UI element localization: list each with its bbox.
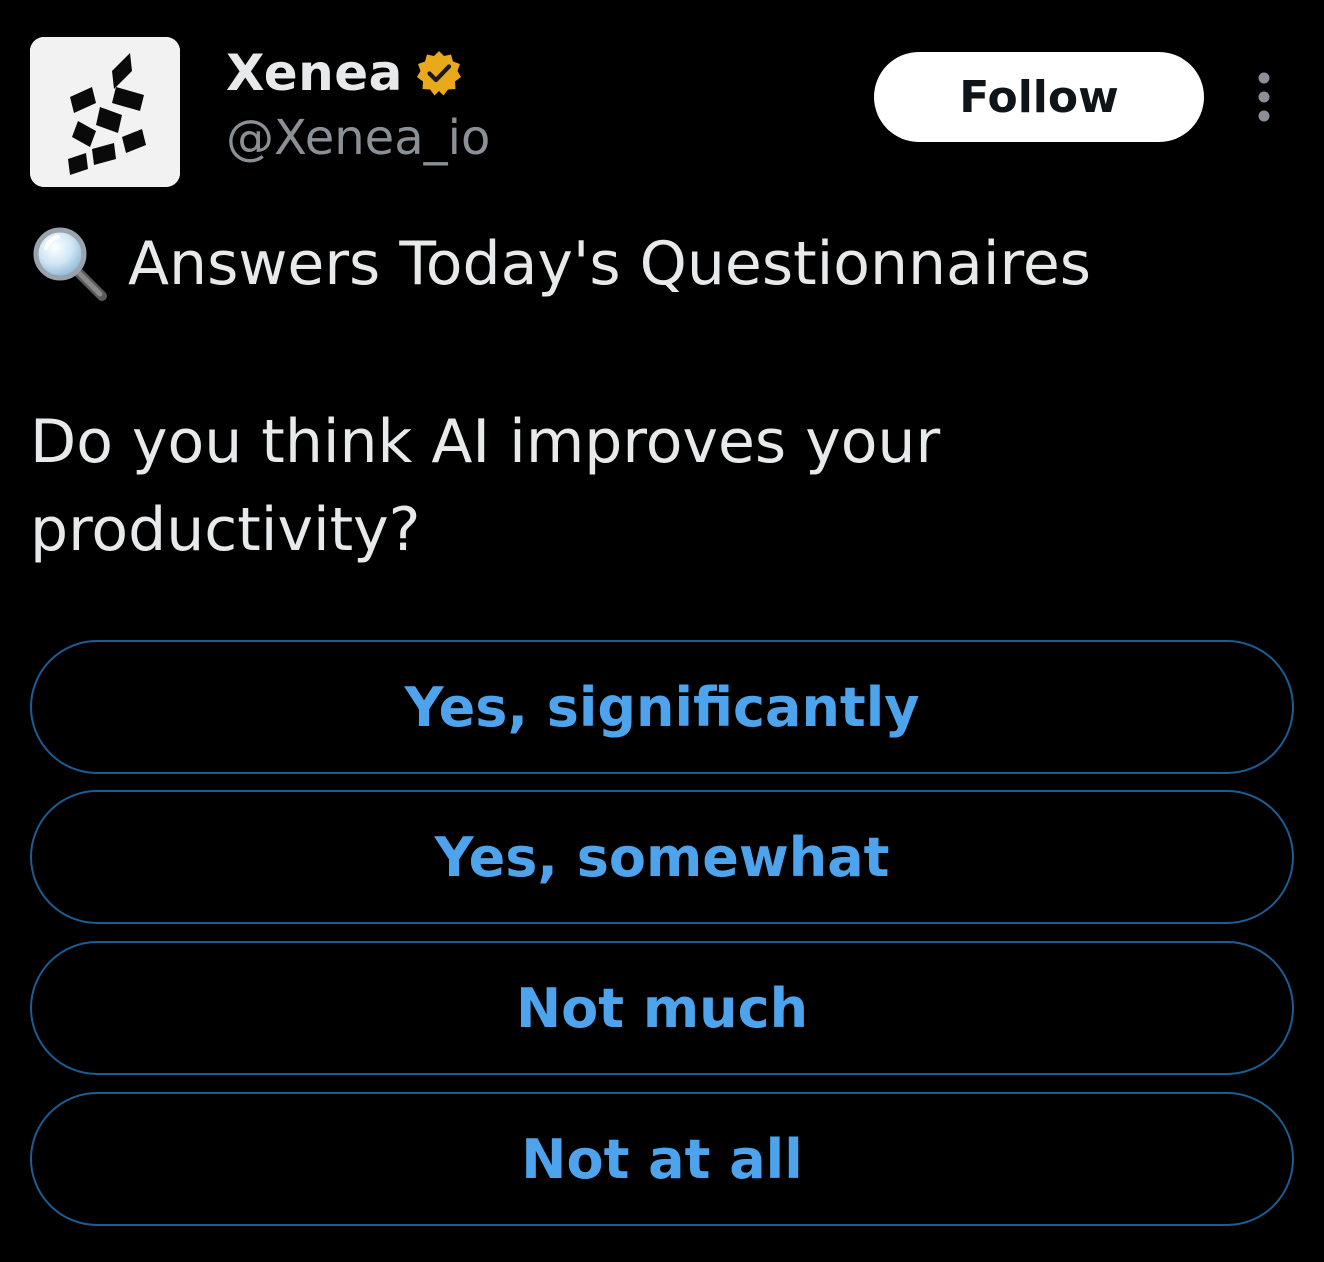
more-options-button[interactable] [1244,66,1284,128]
post-intro-text: Answers Today's Questionnaires [128,229,1092,299]
avatar[interactable] [30,37,180,187]
poll-question: Do you think AI improves your productivi… [30,407,941,565]
author-display-name[interactable]: Xenea [226,44,403,102]
verified-badge-icon[interactable] [415,49,463,97]
poll-option-not-at-all[interactable]: Not at all [30,1092,1294,1226]
magnifying-glass-icon [33,227,107,301]
poll-option-not-much[interactable]: Not much [30,941,1294,1075]
follow-button[interactable]: Follow [874,52,1204,142]
author-handle[interactable]: @Xenea_io [226,110,490,166]
author-name-row: Xenea [226,42,463,104]
xenea-logo-icon [30,37,180,187]
poll-option-yes-significantly[interactable]: Yes, significantly [30,640,1294,774]
more-vertical-icon [1258,72,1270,122]
post-intro-line: Answers Today's Questionnaires [30,222,1091,306]
poll-option-yes-somewhat[interactable]: Yes, somewhat [30,790,1294,924]
